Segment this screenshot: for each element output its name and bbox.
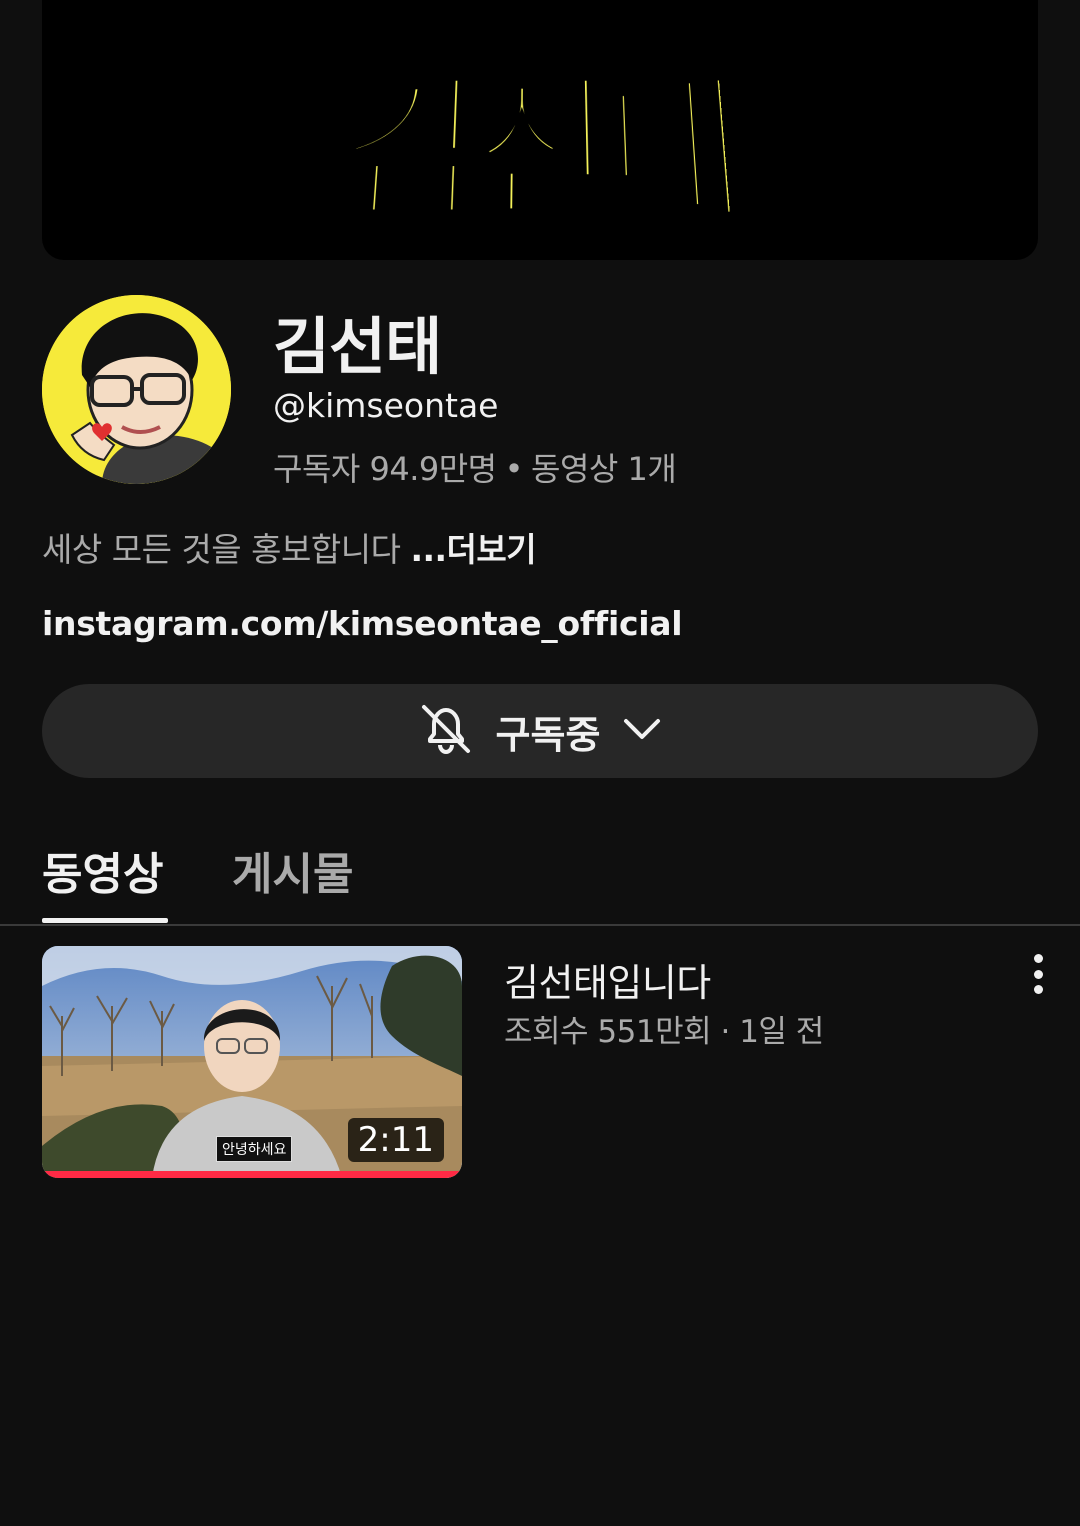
channel-banner: 김선태 xyxy=(42,0,1038,260)
channel-tabs: 동영상 게시물 xyxy=(0,820,1080,926)
video-title[interactable]: 김선태입니다 xyxy=(504,952,711,1007)
tab-selected-indicator xyxy=(42,918,168,923)
subscribed-label: 구독중 xyxy=(495,712,601,757)
meta-separator: · xyxy=(720,1014,730,1050)
subscribed-button[interactable]: 구독중 xyxy=(42,684,1038,778)
tab-videos[interactable]: 동영상 xyxy=(42,838,163,902)
video-list-item[interactable]: 안녕하세요 2:11 김선태입니다 조회수 551만회 · 1일 전 xyxy=(42,946,1043,1180)
video-count: 동영상 1개 xyxy=(531,450,677,488)
video-duration: 2:11 xyxy=(347,1118,444,1162)
thumbnail-caption: 안녕하세요 xyxy=(216,1136,293,1162)
avatar-caricature-icon xyxy=(42,295,231,484)
more-vert-icon[interactable] xyxy=(1026,954,1050,994)
video-age: 1일 전 xyxy=(739,1014,824,1050)
channel-handle: @kimseontae xyxy=(273,386,499,425)
banner-logo: 김선태 xyxy=(329,58,750,248)
video-thumbnail[interactable]: 안녕하세요 2:11 xyxy=(42,946,462,1178)
channel-description[interactable]: 세상 모든 것을 홍보합니다 ...더보기 xyxy=(42,523,537,571)
channel-page: 김선태 김선태 @kimseontae 구독자 94.9만명 • 동영상 1개 세상… xyxy=(0,0,1080,1526)
description-text: 세상 모든 것을 홍보합니다 xyxy=(42,530,401,569)
channel-avatar[interactable] xyxy=(42,295,231,484)
stats-separator: • xyxy=(504,450,524,488)
tab-posts[interactable]: 게시물 xyxy=(232,838,353,902)
chevron-down-icon xyxy=(620,707,664,755)
subscriber-count: 구독자 94.9만명 xyxy=(273,450,497,488)
channel-link[interactable]: instagram.com/kimseontae_official xyxy=(42,604,683,643)
channel-name: 김선태 xyxy=(273,310,442,383)
channel-stats: 구독자 94.9만명 • 동영상 1개 xyxy=(273,444,677,490)
more-link[interactable]: ...더보기 xyxy=(410,530,536,569)
video-views: 조회수 551만회 xyxy=(504,1014,712,1050)
video-meta: 조회수 551만회 · 1일 전 xyxy=(504,1006,824,1051)
bell-off-icon xyxy=(416,699,476,763)
watch-progress-bar xyxy=(42,1171,462,1178)
